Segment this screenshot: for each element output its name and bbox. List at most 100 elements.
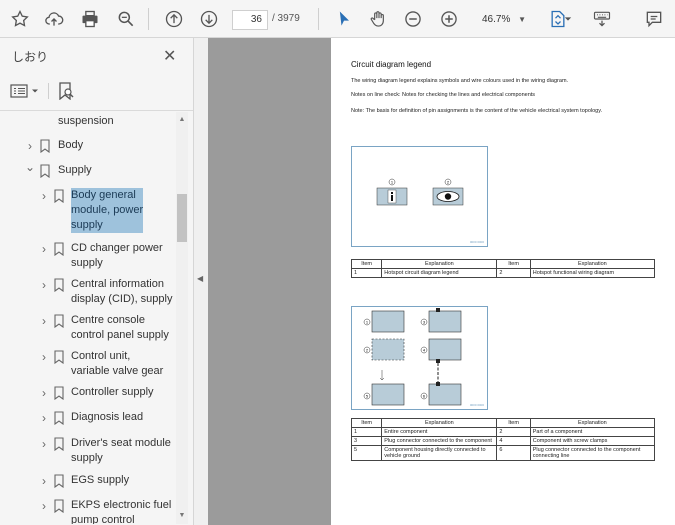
bookmark-item[interactable]: › Diagnosis lead [0,408,176,427]
chevron-right-icon[interactable]: › [38,314,50,328]
legend-table-1: Item Explanation Item Explanation 1 Hotspot … [350,259,656,278]
bookmark-item[interactable]: › Centre console control panel supply [0,311,176,345]
table-cell: Component with screw clamps [529,436,656,446]
table-cell: 2 [496,268,531,278]
find-bookmark-icon[interactable] [58,82,74,100]
zoom-out-icon[interactable] [401,7,425,31]
bookmark-label: Body [58,139,84,151]
callout-3: 3 [423,320,426,325]
chevron-right-icon[interactable]: › [24,139,36,153]
chevron-down-icon: ▼ [518,15,526,24]
table-header-cell: Item [496,418,531,428]
hand-tool-icon[interactable] [366,7,390,31]
bookmark-item[interactable]: › Central information display (CID), suppl… [0,275,176,309]
document-page: Circuit diagram legend The wiring diagra… [331,38,675,525]
bookmark-item[interactable]: ⌄ Supply [0,160,176,180]
table-cell: 3 [350,436,383,446]
collapse-arrow-icon[interactable]: ◀ [197,274,203,283]
table-cell: Plug connector connected to the componen… [529,445,656,461]
bookmark-icon [54,437,64,452]
print-icon[interactable] [78,7,102,31]
scroll-up-icon[interactable]: ▲ [176,114,188,126]
bookmark-icon [54,499,64,514]
bookmark-item[interactable]: › Body [0,136,176,155]
legend-table-2: Item Explanation Item Explanation 1 Entire c… [350,418,656,461]
bookmark-icon [54,350,64,365]
document-canvas [208,38,331,525]
star-icon[interactable] [8,7,32,31]
table-header-cell: Item [350,418,383,428]
doc-para-3: Note: The basis for definition of pin as… [351,108,603,114]
bookmark-label: Driver's seat module supply [71,437,171,464]
table-cell: Entire component [381,427,498,437]
bookmark-label: suspension [58,115,114,127]
panel-title: しおり [12,50,49,64]
chevron-down-icon[interactable]: ⌄ [24,160,36,174]
bookmark-icon [54,386,64,401]
bookmark-item[interactable]: suspension [0,112,176,131]
chevron-right-icon[interactable]: › [38,386,50,400]
table-row: 3 Plug connector connected to the compone… [350,436,656,446]
search-icon[interactable] [114,7,138,31]
chevron-right-icon[interactable]: › [38,499,50,513]
zoom-level-select[interactable]: 46.7% ▼ [474,10,530,30]
table-cell: Plug connector connected to the componen… [381,436,498,446]
bookmark-item[interactable]: › Controller supply [0,383,176,402]
options-menu-icon[interactable] [10,84,39,98]
callout-5: 5 [366,394,369,399]
callout-2: 2 [447,180,450,185]
chevron-right-icon[interactable]: › [38,278,50,292]
callout-1: 1 [366,320,369,325]
bookmark-label: Supply [58,164,92,176]
comment-icon[interactable] [642,7,666,31]
table-cell: 5 [350,445,383,461]
cloud-upload-icon[interactable] [42,7,66,31]
bookmark-icon [54,411,64,426]
previous-page-icon[interactable] [162,7,186,31]
next-page-icon[interactable] [197,7,221,31]
bookmark-item[interactable]: › EGS supply [0,471,176,490]
bookmark-item[interactable]: › Body general module, power supply [0,186,176,235]
bookmark-item[interactable]: › CD changer power supply [0,239,176,273]
scroll-thumb[interactable] [177,194,187,242]
page-number-input[interactable]: 36 [232,10,268,30]
bookmark-label: Controller supply [71,386,154,398]
fit-dropdown-chevron-icon[interactable] [563,7,573,31]
tools-divider [48,83,49,99]
chevron-right-icon[interactable]: › [38,437,50,451]
scroll-down-icon[interactable]: ▼ [176,510,188,522]
table-cell: Component housing directly connected to … [381,445,498,461]
doc-title: Circuit diagram legend [351,60,432,69]
keyboard-icon[interactable] [590,7,614,31]
table-row: 5 Component housing directly connected to… [350,445,656,461]
table-cell: 1 [350,268,383,278]
bookmark-scrollbar[interactable]: ▲ ▼ [176,112,188,524]
bookmark-item[interactable]: › EKPS electronic fuel pump control [0,496,176,524]
doc-para-1: The wiring diagram legend explains symbo… [351,78,569,84]
bookmark-icon [54,278,64,293]
close-icon[interactable]: ✕ [163,46,176,66]
table-header-cell: Explanation [529,259,656,269]
bookmark-label: Diagnosis lead [71,411,144,423]
table-header-cell: Explanation [381,418,498,428]
chevron-right-icon[interactable]: › [38,189,50,203]
panel-collapse-handle[interactable]: ◀ [194,38,208,525]
bookmark-label: Control unit, variable valve gear [71,350,164,377]
chevron-right-icon[interactable]: › [38,350,50,364]
zoom-level-value: 46.7% [482,14,511,25]
bookmark-label: EGS supply [71,474,130,486]
bookmark-item[interactable]: › Driver's seat module supply [0,434,176,468]
chevron-right-icon[interactable]: › [38,242,50,256]
callout-4: 4 [423,348,426,353]
table-cell: Hotspot circuit diagram legend [381,268,498,278]
callout-6: 6 [423,394,426,399]
bookmark-icon [54,314,64,329]
bookmark-tree: suspension › Body ⌄ Supply › Body general modul… [0,112,176,524]
bookmark-label: Centre console control panel supply [71,314,169,341]
zoom-in-icon[interactable] [437,7,461,31]
chevron-right-icon[interactable]: › [38,474,50,488]
chevron-right-icon[interactable]: › [38,411,50,425]
panel-tools [10,80,74,102]
bookmark-item[interactable]: › Control unit, variable valve gear [0,347,176,381]
select-cursor-icon[interactable] [332,7,356,31]
